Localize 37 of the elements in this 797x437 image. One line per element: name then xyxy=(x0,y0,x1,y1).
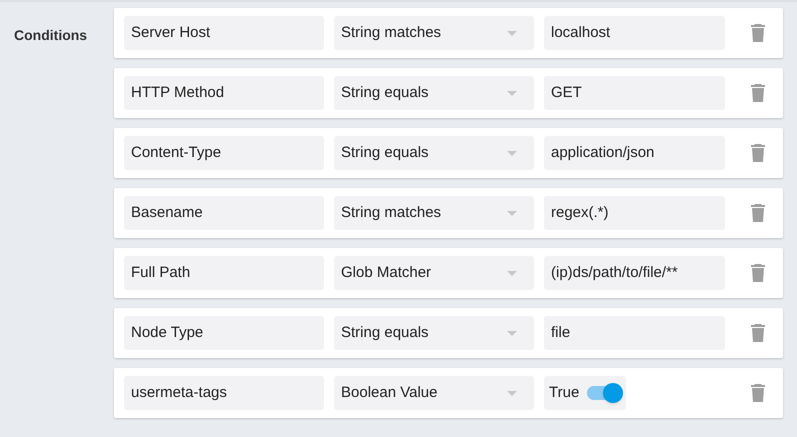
value-input[interactable]: file xyxy=(544,316,725,350)
dropdown-caret-icon xyxy=(507,390,517,396)
trash-icon[interactable] xyxy=(751,384,765,402)
dropdown-caret-icon xyxy=(507,270,517,276)
dropdown-caret-icon xyxy=(507,30,517,36)
operator-select[interactable]: Boolean Value xyxy=(334,376,534,410)
operator-select[interactable]: String matches xyxy=(334,196,534,230)
field-input[interactable]: Node Type xyxy=(124,316,324,350)
dropdown-caret-icon xyxy=(507,150,517,156)
operator-select[interactable]: Glob Matcher xyxy=(334,256,534,290)
operator-select[interactable]: String equals xyxy=(334,316,534,350)
section-label: Conditions xyxy=(14,27,88,43)
field-input[interactable]: HTTP Method xyxy=(124,76,324,110)
trash-icon[interactable] xyxy=(751,84,765,102)
trash-icon[interactable] xyxy=(751,264,765,282)
dropdown-caret-icon xyxy=(507,210,517,216)
dropdown-caret-icon xyxy=(507,330,517,336)
field-input[interactable]: usermeta-tags xyxy=(124,376,324,410)
dropdown-caret-icon xyxy=(507,90,517,96)
field-input[interactable]: Full Path xyxy=(124,256,324,290)
field-input[interactable]: Content-Type xyxy=(124,136,324,170)
operator-select[interactable]: String equals xyxy=(334,136,534,170)
toggle-label: True xyxy=(549,382,580,403)
trash-icon[interactable] xyxy=(751,204,765,222)
value-input[interactable]: (ip)ds/path/to/file/** xyxy=(544,256,725,290)
toggle-switch[interactable] xyxy=(587,386,622,400)
operator-select[interactable]: String equals xyxy=(334,76,534,110)
value-input[interactable]: localhost xyxy=(544,16,725,50)
operator-select[interactable]: String matches xyxy=(334,16,534,50)
trash-icon[interactable] xyxy=(751,144,765,162)
field-input[interactable]: Server Host xyxy=(124,16,324,50)
value-input[interactable]: regex(.*) xyxy=(544,196,725,230)
trash-icon[interactable] xyxy=(751,324,765,342)
value-input[interactable]: application/json xyxy=(544,136,725,170)
field-input[interactable]: Basename xyxy=(124,196,324,230)
trash-icon[interactable] xyxy=(751,24,765,42)
value-input[interactable]: GET xyxy=(544,76,725,110)
